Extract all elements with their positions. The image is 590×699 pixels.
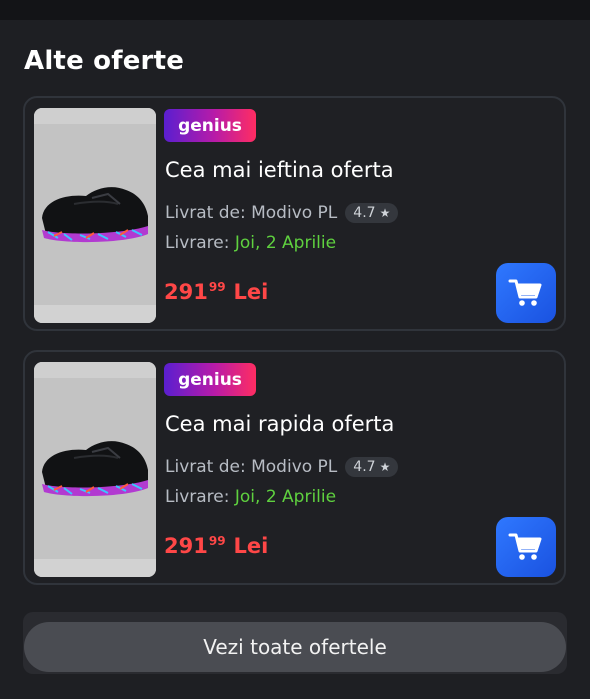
cart-icon: [508, 533, 542, 560]
seller-label: Livrat de: Modivo PL: [165, 203, 338, 223]
seller-label: Livrat de: Modivo PL: [165, 457, 338, 477]
add-to-cart-button[interactable]: [496, 517, 556, 577]
view-all-offers-button[interactable]: Vezi toate ofertele: [24, 622, 566, 672]
delivery-row: Livrare: Joi, 2 Aprilie: [165, 233, 336, 253]
delivery-label: Livrare:: [165, 487, 235, 507]
offer-title: Cea mai rapida oferta: [165, 412, 395, 436]
product-image[interactable]: [34, 362, 156, 577]
rating-pill[interactable]: 4.7 ★: [345, 457, 399, 477]
star-icon: ★: [379, 460, 391, 474]
delivery-date: Joi, 2 Aprilie: [234, 233, 337, 253]
price-currency: Lei: [233, 280, 269, 304]
rating-value: 4.7: [353, 459, 376, 475]
genius-badge: genius: [164, 363, 256, 396]
add-to-cart-button[interactable]: [496, 263, 556, 323]
price-int: 291: [164, 280, 208, 304]
price-decimals: 99: [208, 534, 226, 548]
offer-title: Cea mai ieftina oferta: [165, 158, 394, 182]
product-image[interactable]: [34, 108, 156, 323]
price-decimals: 99: [208, 280, 226, 294]
seller-row: Livrat de: Modivo PL 4.7 ★: [165, 202, 399, 224]
section-title: Alte oferte: [24, 46, 185, 76]
star-icon: ★: [379, 206, 391, 220]
genius-badge: genius: [164, 109, 256, 142]
price-currency: Lei: [233, 534, 269, 558]
cart-icon: [508, 279, 542, 306]
price: 291 99 Lei: [164, 280, 268, 304]
delivery-label: Livrare:: [165, 233, 235, 253]
rating-pill[interactable]: 4.7 ★: [345, 203, 399, 223]
offer-card[interactable]: genius Cea mai rapida oferta Livrat de: …: [23, 350, 566, 585]
delivery-date: Joi, 2 Aprilie: [234, 487, 337, 507]
price: 291 99 Lei: [164, 534, 268, 558]
price-int: 291: [164, 534, 208, 558]
seller-row: Livrat de: Modivo PL 4.7 ★: [165, 456, 399, 478]
rating-value: 4.7: [353, 205, 376, 221]
top-status-strip: [0, 0, 590, 20]
delivery-row: Livrare: Joi, 2 Aprilie: [165, 487, 336, 507]
offer-card[interactable]: genius Cea mai ieftina oferta Livrat de:…: [23, 96, 566, 331]
